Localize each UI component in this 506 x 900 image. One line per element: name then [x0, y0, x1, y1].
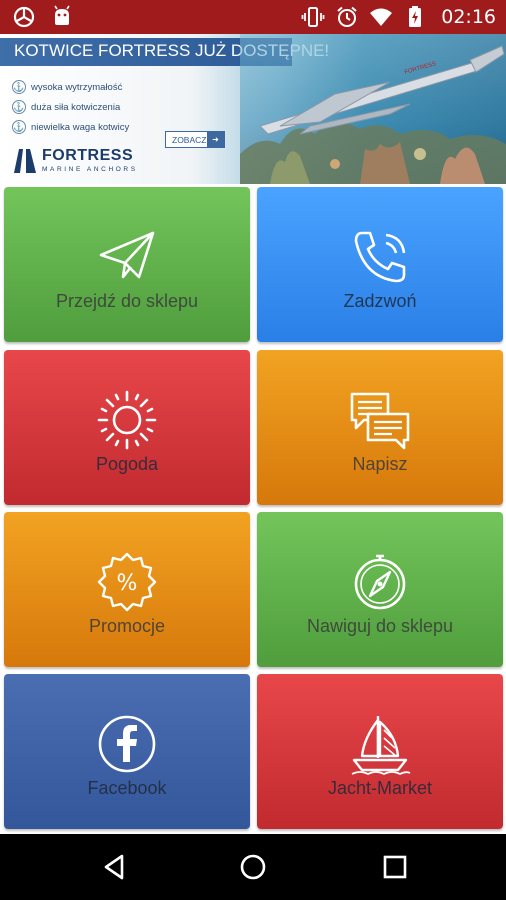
wifi-icon	[370, 8, 393, 26]
paper-plane-icon	[99, 231, 155, 279]
alarm-icon	[337, 6, 357, 27]
tile-navigate[interactable]: Nawiguj do sklepu	[257, 512, 503, 667]
tile-label: Przejdź do sklepu	[55, 291, 199, 311]
promo-banner[interactable]: KOTWICE FORTRESS JUŻ DOSTĘPNE! ⚓ wysoka …	[0, 34, 506, 184]
compass-icon	[354, 554, 406, 610]
anchor-icon: ⚓	[12, 80, 26, 94]
tile-label: Promocje	[88, 616, 166, 636]
tile-promotions[interactable]: % Promocje	[4, 512, 250, 667]
tile-facebook[interactable]: Facebook	[4, 674, 250, 829]
tile-call[interactable]: Zadzwoń	[257, 187, 503, 342]
facebook-icon	[98, 715, 156, 773]
tile-label: Zadzwoń	[343, 291, 417, 311]
anchor-icon: ⚓	[12, 120, 26, 134]
phone-icon	[354, 231, 406, 283]
vibrate-icon	[301, 7, 325, 27]
fortress-logo: FORTRESS MARINE ANCHORS	[12, 147, 146, 175]
tile-label: Jacht-Market	[327, 778, 433, 798]
banner-see-button[interactable]: ZOBACZ ➜	[165, 131, 225, 148]
anchor-icon: ⚓	[12, 100, 26, 114]
android-icon	[54, 5, 70, 25]
sailboat-icon	[351, 716, 411, 776]
tile-write[interactable]: Napisz	[257, 350, 503, 505]
recents-icon[interactable]	[380, 852, 410, 882]
system-nav-bar	[0, 834, 506, 900]
tile-label: Nawiguj do sklepu	[306, 616, 454, 636]
percent-badge-icon: %	[97, 552, 157, 612]
tile-label: Pogoda	[95, 454, 159, 474]
app-notification-icon	[13, 6, 35, 28]
tile-weather[interactable]: Pogoda	[4, 350, 250, 505]
home-icon[interactable]	[238, 852, 268, 882]
banner-feature: ⚓ niewielka waga kotwicy	[12, 120, 130, 134]
banner-feature: ⚓ wysoka wytrzymałość	[12, 80, 123, 94]
fortress-logo-mark	[14, 149, 36, 173]
battery-charging-icon	[409, 6, 422, 27]
arrow-icon: ➜	[207, 132, 224, 147]
sun-icon	[97, 390, 157, 450]
tile-jacht-market[interactable]: Jacht-Market	[257, 674, 503, 829]
banner-feature: ⚓ duża siła kotwiczenia	[12, 100, 121, 114]
chat-bubbles-icon	[350, 392, 410, 450]
tile-label: Napisz	[352, 454, 408, 474]
status-bar: 02:16	[0, 0, 506, 34]
tile-shop[interactable]: Przejdź do sklepu	[4, 187, 250, 342]
underwater-anchor-image: FORTRESS	[240, 34, 506, 184]
svg-text:%: %	[117, 571, 138, 596]
tile-label: Facebook	[87, 778, 167, 798]
back-icon[interactable]	[100, 852, 130, 882]
clock: 02:16	[441, 6, 496, 28]
